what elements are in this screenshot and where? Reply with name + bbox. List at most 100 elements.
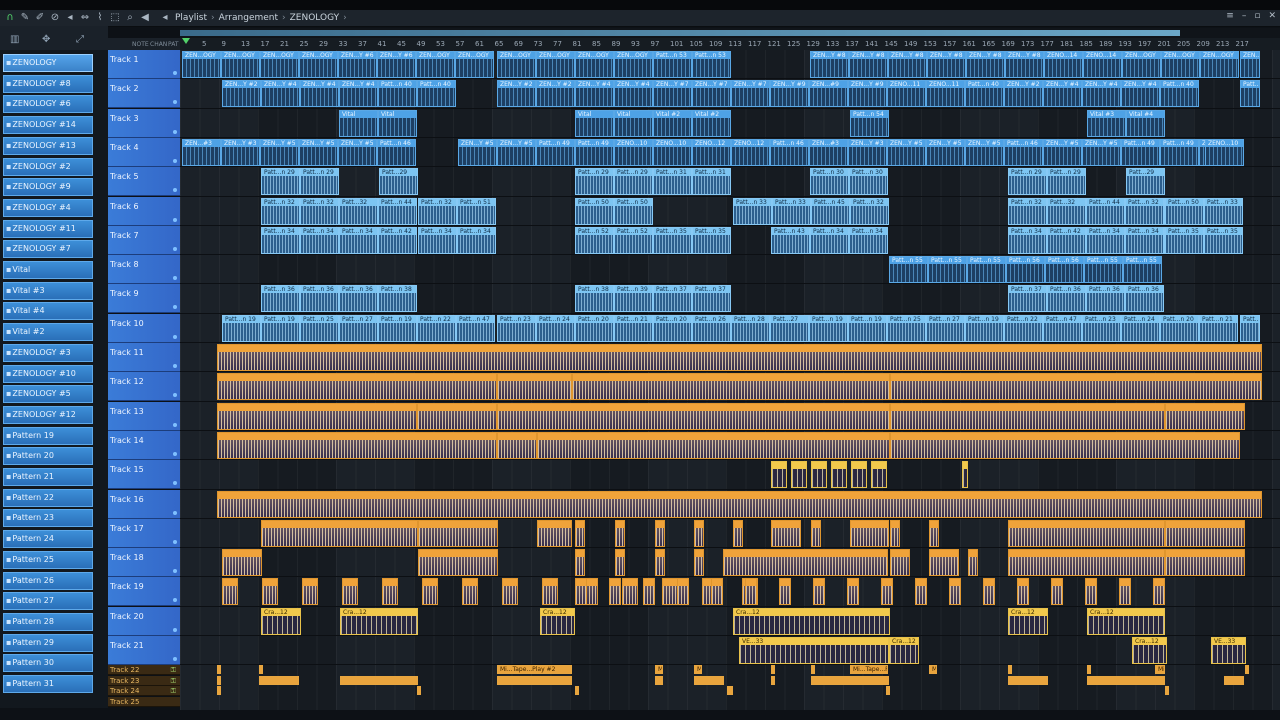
move-icon[interactable]: ✥ (42, 34, 50, 45)
pattern-clip[interactable]: ZENO...10 (653, 138, 692, 166)
breadcrumb-item[interactable]: Playlist (175, 13, 207, 23)
pattern-clip[interactable]: Mi...Tape...Play #2 (259, 665, 263, 675)
pattern-clip[interactable]: Patt...32 (1047, 197, 1086, 225)
pattern-clip[interactable] (968, 549, 978, 577)
pattern-clip[interactable]: Patt...n 47 (1043, 314, 1082, 342)
pattern-clip[interactable]: Patt...n 32 (300, 197, 339, 225)
pattern-clip[interactable]: ZEN...Y #6 (338, 51, 377, 78)
pattern-clip[interactable] (791, 461, 807, 489)
pattern-clip[interactable]: Patt...n 46 (377, 138, 416, 166)
pattern-clip[interactable]: ZEN...Y #8 (1005, 51, 1044, 78)
track-mute-dot[interactable] (173, 217, 177, 222)
pattern-clip[interactable] (929, 519, 939, 547)
slip-icon[interactable]: ⇔ (79, 12, 91, 24)
pattern-clip[interactable]: Vital #4 (1126, 109, 1165, 137)
pattern-clip[interactable]: Mi...Tape...Play #2 (1008, 665, 1012, 675)
pattern-clip[interactable]: ZENO...14 (1083, 51, 1122, 78)
pattern-clip[interactable]: Patt...n 32 (1008, 197, 1047, 225)
pattern-clip[interactable] (622, 578, 638, 606)
pattern-clip[interactable] (1051, 578, 1063, 606)
track-header[interactable]: Track 21 (108, 636, 180, 665)
track-header[interactable]: Track 22 ⚿ (108, 665, 180, 676)
pattern-clip[interactable]: Patt...n 36 (261, 285, 300, 313)
pattern-clip[interactable] (881, 578, 893, 606)
pattern-clip[interactable] (575, 549, 585, 577)
pattern-clip[interactable]: Vital (614, 109, 653, 137)
track-header[interactable]: Track 1 (108, 50, 180, 79)
pattern-clip[interactable]: Patt...n 46 (770, 138, 809, 166)
pattern-clip[interactable] (422, 578, 438, 606)
pattern-clip[interactable]: Patt...n 53 (653, 51, 692, 78)
pattern-clip[interactable] (497, 431, 537, 459)
pattern-clip[interactable] (662, 578, 678, 606)
pattern-clip[interactable] (1008, 675, 1048, 685)
track-mute-dot[interactable] (173, 657, 177, 661)
pattern-clip[interactable]: Patt...29 (379, 168, 418, 196)
pattern-clip[interactable] (694, 519, 704, 547)
pattern-clip[interactable]: ZENO...10 (1205, 138, 1244, 166)
track-mute-dot[interactable] (173, 481, 177, 486)
arrangement-overview[interactable] (180, 28, 1280, 38)
pattern-clip[interactable] (655, 519, 665, 547)
pattern-clip[interactable]: Patt...n 34 (1125, 226, 1164, 254)
track-mute-dot[interactable] (173, 393, 177, 398)
pattern-clip[interactable]: Patt...n 40 (378, 80, 417, 108)
piano-icon[interactable]: ▥ (10, 34, 19, 45)
pattern-clip[interactable] (779, 578, 791, 606)
pattern-clip[interactable] (418, 519, 498, 547)
pattern-clip[interactable]: Patt...n 27 (339, 314, 378, 342)
pattern-clip[interactable] (847, 578, 859, 606)
pattern-clip[interactable]: ZEN...#3 (182, 138, 221, 166)
pattern-clip[interactable] (537, 431, 890, 459)
pattern-item[interactable]: ▪Pattern 24 (3, 530, 93, 549)
pattern-clip[interactable]: Patt...n 49 (575, 138, 614, 166)
pattern-clip[interactable] (733, 519, 743, 547)
pattern-clip[interactable] (929, 549, 959, 577)
pattern-clip[interactable]: Patt...29 (1126, 168, 1165, 196)
pattern-clip[interactable]: Cra...12 (540, 607, 575, 635)
pattern-clip[interactable]: ZEN...Y #5 (458, 138, 497, 166)
track-mute-dot[interactable] (173, 305, 177, 310)
pattern-clip[interactable] (890, 431, 1240, 459)
pattern-clip[interactable]: ZEN...Y #4 (1082, 80, 1121, 108)
pattern-item[interactable]: ▪Pattern 21 (3, 468, 93, 486)
pattern-item[interactable]: ▪ZENOLOGY #13 (3, 136, 93, 155)
pattern-clip[interactable]: Vital #3 (1087, 109, 1126, 137)
pattern-item[interactable]: ▪ZENOLOGY #6 (3, 95, 93, 114)
lock-icon[interactable]: ⚿ (171, 666, 176, 675)
pattern-item[interactable]: ▪Vital #2 (3, 323, 93, 342)
track-header[interactable]: Track 25 (108, 696, 180, 707)
pattern-clip[interactable] (871, 461, 887, 489)
pattern-clip[interactable] (537, 519, 572, 547)
pattern-clip[interactable]: Patt...n 42 (1047, 226, 1086, 254)
pattern-clip[interactable]: Patt...n 34 (810, 226, 849, 254)
track-header[interactable]: Track 17 (108, 518, 180, 548)
pattern-clip[interactable]: Patt...n 29 (614, 168, 653, 196)
pattern-clip[interactable]: ZEN...OGY (497, 51, 536, 78)
pattern-clip[interactable]: Patt...n 33 (733, 197, 772, 225)
pattern-clip[interactable]: ZEN...Y #4 (300, 80, 339, 108)
pattern-clip[interactable]: Cra...12 (1087, 607, 1165, 635)
pattern-clip[interactable]: Patt...n 56 (1045, 256, 1084, 284)
pattern-clip[interactable]: Mi...Tape...Play #2 (655, 665, 663, 675)
pattern-clip[interactable]: Patt...n 29 (1008, 168, 1047, 196)
pattern-clip[interactable] (727, 686, 733, 696)
pattern-clip[interactable]: Patt...n 36 (1086, 285, 1125, 313)
pattern-clip[interactable]: ZEN...Y #8 (849, 51, 888, 78)
pattern-clip[interactable]: Cra...12 (261, 607, 301, 635)
pattern-clip[interactable]: Patt...n 30 (810, 168, 849, 196)
pattern-clip[interactable]: Patt...n 30 (849, 168, 888, 196)
pattern-clip[interactable]: ZEN...Y #8 (810, 51, 849, 78)
pattern-clip[interactable]: ZEN...Y #4 (261, 80, 300, 108)
pattern-clip[interactable]: ZENO...14 (1044, 51, 1083, 78)
pattern-clip[interactable]: Patt...n 53 (692, 51, 731, 78)
track-header[interactable]: Track 19 (108, 577, 180, 607)
pattern-clip[interactable]: Patt...n 25 (887, 314, 926, 342)
pattern-clip[interactable]: Patt...n 52 (614, 226, 653, 254)
pattern-clip[interactable]: Patt...n 19 (261, 314, 300, 342)
pattern-clip[interactable]: Patt...n 24 (536, 314, 575, 342)
pattern-clip[interactable]: Patt...n 34 (1086, 226, 1125, 254)
pattern-clip[interactable]: Patt...n 20 (653, 314, 692, 342)
pattern-clip[interactable]: Patt...n 45 (811, 197, 850, 225)
pattern-clip[interactable]: ZEN...Y #9 (848, 80, 887, 108)
